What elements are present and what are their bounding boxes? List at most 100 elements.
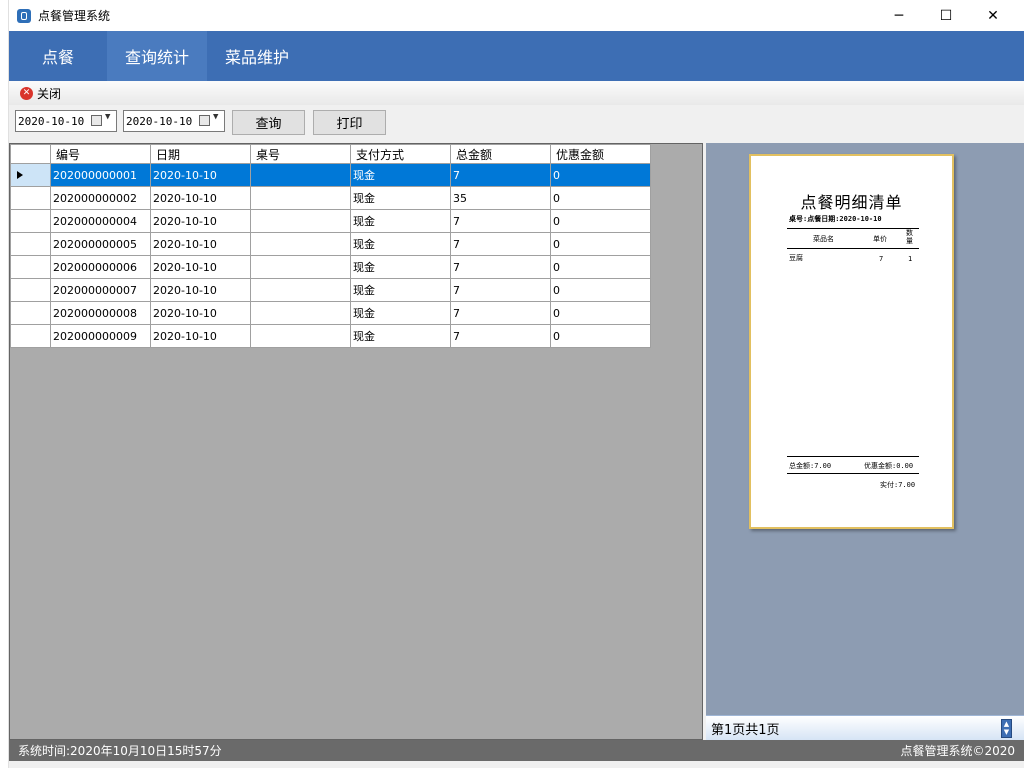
copyright: 点餐管理系统©2020 (900, 744, 1015, 758)
cell-payment[interactable]: 现金 (350, 278, 451, 302)
column-header-payment[interactable]: 支付方式 (350, 144, 451, 164)
cell-id[interactable]: 202000000001 (50, 163, 151, 187)
table-row[interactable]: 202000000008 2020-10-10 现金 7 0 (10, 301, 651, 325)
cell-discount[interactable]: 0 (550, 186, 651, 210)
cell-table[interactable] (250, 232, 351, 256)
minimize-button[interactable]: ─ (876, 0, 922, 31)
menu-item-query-stats[interactable]: 查询统计 (107, 31, 207, 81)
row-header[interactable] (10, 301, 51, 325)
preview-page-bar: 第1页共1页 ▲ ▼ (706, 715, 1024, 740)
table-row[interactable]: 202000000001 2020-10-10 现金 7 0 (10, 163, 651, 187)
cell-table[interactable] (250, 255, 351, 279)
close-label[interactable]: 关闭 (37, 85, 61, 102)
table-row[interactable]: 202000000007 2020-10-10 现金 7 0 (10, 278, 651, 302)
cell-discount[interactable]: 0 (550, 301, 651, 325)
column-header-id[interactable]: 编号 (50, 144, 151, 164)
cell-payment[interactable]: 现金 (350, 186, 451, 210)
background-window-edge (0, 0, 9, 768)
row-header[interactable] (10, 232, 51, 256)
column-header-date[interactable]: 日期 (150, 144, 251, 164)
cell-discount[interactable]: 0 (550, 255, 651, 279)
column-header-discount[interactable]: 优惠金额 (550, 144, 651, 164)
cell-total[interactable]: 7 (450, 278, 551, 302)
cell-discount[interactable]: 0 (550, 232, 651, 256)
cell-date[interactable]: 2020-10-10 (150, 324, 251, 348)
cell-payment[interactable]: 现金 (350, 232, 451, 256)
table-row[interactable]: 202000000006 2020-10-10 现金 7 0 (10, 255, 651, 279)
cell-date[interactable]: 2020-10-10 (150, 209, 251, 233)
cell-id[interactable]: 202000000005 (50, 232, 151, 256)
row-header[interactable] (10, 163, 51, 187)
cell-discount[interactable]: 0 (550, 209, 651, 233)
table-row[interactable]: 202000000002 2020-10-10 现金 35 0 (10, 186, 651, 210)
preview-rule (787, 248, 919, 249)
menu-item-order[interactable]: 点餐 (9, 31, 107, 81)
menu-item-dish-maintenance[interactable]: 菜品维护 (207, 31, 307, 81)
system-time: 系统时间:2020年10月10日15时57分 (18, 744, 222, 758)
print-button[interactable]: 打印 (313, 110, 386, 135)
cell-table[interactable] (250, 186, 351, 210)
cell-payment[interactable]: 现金 (350, 301, 451, 325)
cell-payment[interactable]: 现金 (350, 163, 451, 187)
cell-date[interactable]: 2020-10-10 (150, 278, 251, 302)
cell-total[interactable]: 7 (450, 301, 551, 325)
orders-grid[interactable]: 编号 日期 桌号 支付方式 总金额 优惠金额 202000000001 2020-… (9, 143, 703, 740)
preview-item-price: 7 (879, 255, 884, 263)
cell-total[interactable]: 7 (450, 324, 551, 348)
cell-id[interactable]: 202000000002 (50, 186, 151, 210)
cell-discount[interactable]: 0 (550, 163, 651, 187)
cell-id[interactable]: 202000000006 (50, 255, 151, 279)
cell-payment[interactable]: 现金 (350, 255, 451, 279)
row-header[interactable] (10, 186, 51, 210)
cell-total[interactable]: 7 (450, 163, 551, 187)
cell-date[interactable]: 2020-10-10 (150, 232, 251, 256)
cell-id[interactable]: 202000000008 (50, 301, 151, 325)
cell-total[interactable]: 35 (450, 186, 551, 210)
cell-id[interactable]: 202000000004 (50, 209, 151, 233)
cell-payment[interactable]: 现金 (350, 324, 451, 348)
window-title: 点餐管理系统 (38, 9, 111, 23)
cell-table[interactable] (250, 301, 351, 325)
table-row[interactable]: 202000000004 2020-10-10 现金 7 0 (10, 209, 651, 233)
cell-total[interactable]: 7 (450, 209, 551, 233)
row-header[interactable] (10, 209, 51, 233)
start-date-value: 2020-10-10 (18, 114, 85, 128)
row-header[interactable] (10, 278, 51, 302)
query-button[interactable]: 查询 (232, 110, 305, 135)
cell-date[interactable]: 2020-10-10 (150, 301, 251, 325)
page-spinner[interactable]: ▲ ▼ (1001, 719, 1012, 738)
row-header[interactable] (10, 324, 51, 348)
cell-date[interactable]: 2020-10-10 (150, 163, 251, 187)
table-row[interactable]: 202000000005 2020-10-10 现金 7 0 (10, 232, 651, 256)
preview-rule (787, 473, 919, 474)
cell-table[interactable] (250, 163, 351, 187)
cell-date[interactable]: 2020-10-10 (150, 186, 251, 210)
cell-id[interactable]: 202000000009 (50, 324, 151, 348)
cell-discount[interactable]: 0 (550, 278, 651, 302)
cell-payment[interactable]: 现金 (350, 209, 451, 233)
cell-total[interactable]: 7 (450, 232, 551, 256)
preview-title: 点餐明细清单 (800, 193, 903, 212)
cell-total[interactable]: 7 (450, 255, 551, 279)
column-header-table[interactable]: 桌号 (250, 144, 351, 164)
close-icon[interactable]: ✕ (20, 86, 33, 100)
preview-total: 总金额:7.00 (789, 462, 832, 470)
cell-date[interactable]: 2020-10-10 (150, 255, 251, 279)
start-date-picker[interactable]: 2020-10-10 ▼ (15, 110, 117, 132)
preview-col-price: 单价 (873, 235, 887, 243)
table-row[interactable]: 202000000009 2020-10-10 现金 7 0 (10, 324, 651, 348)
end-date-value: 2020-10-10 (126, 114, 193, 128)
cell-table[interactable] (250, 209, 351, 233)
cell-id[interactable]: 202000000007 (50, 278, 151, 302)
cell-table[interactable] (250, 324, 351, 348)
close-window-button[interactable]: ✕ (970, 0, 1016, 31)
cell-table[interactable] (250, 278, 351, 302)
chevron-down-icon: ▼ (213, 112, 219, 122)
print-preview: 点餐明细清单 桌号:点餐日期:2020-10-10 菜品名 单价 数量 豆腐 7… (706, 143, 1024, 715)
calendar-icon (91, 115, 102, 126)
cell-discount[interactable]: 0 (550, 324, 651, 348)
column-header-total[interactable]: 总金额 (450, 144, 551, 164)
end-date-picker[interactable]: 2020-10-10 ▼ (123, 110, 225, 132)
row-header[interactable] (10, 255, 51, 279)
maximize-button[interactable]: ☐ (923, 0, 969, 31)
